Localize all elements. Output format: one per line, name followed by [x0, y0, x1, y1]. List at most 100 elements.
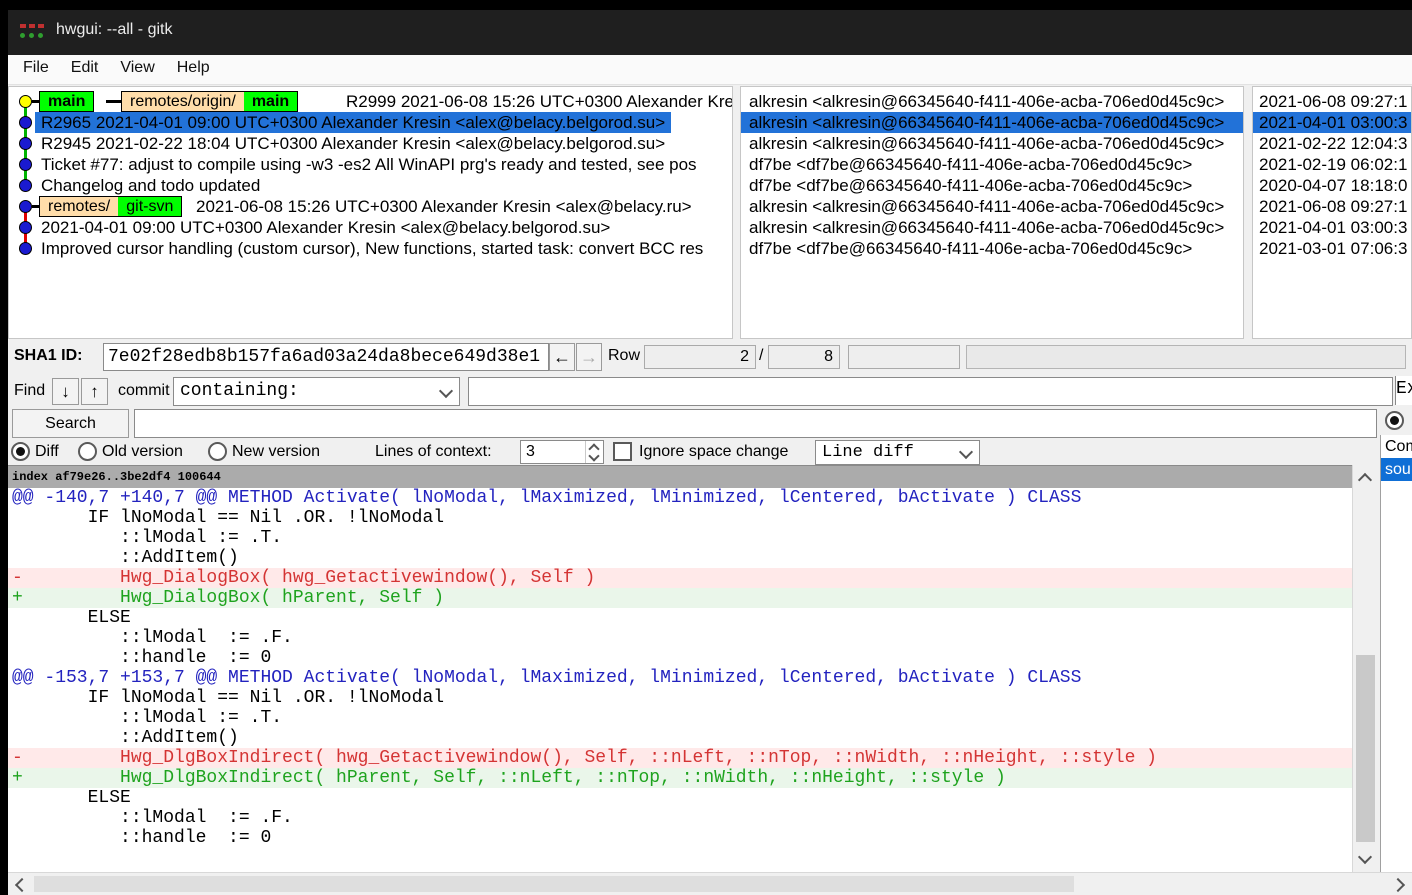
diff-horizontal-scrollbar[interactable] [8, 872, 1412, 895]
new-version-label: New version [232, 443, 320, 461]
date-pane: 2021-06-08 09:27:12021-04-01 03:00:32021… [1252, 86, 1412, 339]
titlebar: hwgui: --all - gitk [8, 10, 1412, 55]
diff-line: ::lModal := .F. [8, 808, 1352, 828]
old-version-label: Old version [102, 443, 183, 461]
spin-down-icon[interactable] [588, 450, 599, 461]
forward-arrow-icon: → [580, 347, 598, 367]
commit-node [19, 116, 32, 129]
sha1-input[interactable] [103, 343, 549, 371]
nav-forward-button[interactable]: → [576, 343, 602, 371]
diff-radio[interactable] [11, 442, 30, 461]
file-list-item[interactable]: Comments [1381, 435, 1412, 458]
commit-row[interactable]: Ticket #77: adjust to compile using -w3 … [9, 154, 732, 175]
commit-row[interactable]: R2965 2021-04-01 09:00 UTC+0300 Alexande… [9, 112, 732, 133]
commit-subject: R2999 2021-06-08 15:26 UTC+0300 Alexande… [340, 91, 733, 112]
diff-line: ::AddItem() [8, 728, 1352, 748]
date-row[interactable]: 2021-03-01 07:06:3 [1253, 238, 1411, 259]
branch-label-main[interactable]: main [39, 91, 94, 112]
date-row[interactable]: 2021-06-08 09:27:1 [1253, 196, 1411, 217]
nav-back-button[interactable]: ← [549, 343, 575, 371]
new-version-radio[interactable] [208, 442, 227, 461]
date-row[interactable]: 2021-02-22 12:04:3 [1253, 133, 1411, 154]
commit-node [19, 200, 32, 213]
patch-radio[interactable] [1385, 411, 1404, 430]
author-row[interactable]: alkresin <alkresin@66345640-f411-406e-ac… [741, 217, 1243, 238]
diff-line: - Hwg_DialogBox( hwg_Getactivewindow(), … [8, 568, 1352, 588]
scroll-right-icon[interactable] [1391, 878, 1405, 892]
commit-subject: Improved cursor handling (custom cursor)… [35, 238, 709, 259]
author-row[interactable]: df7be <df7be@66345640-f411-406e-acba-706… [741, 238, 1243, 259]
find-next-button[interactable]: ↓ [52, 378, 79, 405]
commit-subject: Ticket #77: adjust to compile using -w3 … [35, 154, 703, 175]
ignore-space-label: Ignore space change [639, 443, 788, 461]
commit-row[interactable]: 2021-04-01 09:00 UTC+0300 Alexander Kres… [9, 217, 732, 238]
lines-of-context-label: Lines of context: [375, 443, 492, 461]
diff-line: @@ -153,7 +153,7 @@ METHOD Activate( lNo… [8, 668, 1352, 688]
commit-graph-pane: R2999 2021-06-08 15:26 UTC+0300 Alexande… [8, 86, 733, 339]
horizontal-scroll-thumb[interactable] [34, 876, 1074, 892]
date-row[interactable]: 2020-04-07 18:18:0 [1253, 175, 1411, 196]
find-label: Find [14, 382, 45, 400]
menu-item[interactable]: File [12, 55, 60, 77]
date-row[interactable]: 2021-06-08 09:27:1 [1253, 91, 1411, 112]
graph-connector [106, 100, 121, 103]
author-row[interactable]: alkresin <alkresin@66345640-f411-406e-ac… [741, 112, 1243, 133]
search-bar: Search [8, 408, 1412, 439]
search-input[interactable] [134, 409, 1377, 438]
vertical-scroll-thumb[interactable] [1356, 655, 1375, 842]
find-exact-dropdown[interactable]: Exact [1395, 376, 1412, 405]
commit-row[interactable]: Changelog and todo updated [9, 175, 732, 196]
commit-subject: 2021-06-08 15:26 UTC+0300 Alexander Kres… [190, 196, 698, 217]
scroll-up-icon[interactable] [1358, 473, 1372, 487]
branch-label-origin-main[interactable]: remotes/origin/main [121, 91, 298, 112]
row-label: Row [608, 347, 640, 365]
chevron-down-icon [959, 445, 973, 459]
diff-line: ::lModal := .T. [8, 528, 1352, 548]
commit-subject: 2021-04-01 09:00 UTC+0300 Alexander Kres… [35, 217, 616, 238]
diff-radio-label: Diff [35, 443, 59, 461]
ignore-space-checkbox[interactable] [613, 442, 632, 461]
menu-item[interactable]: View [109, 55, 165, 77]
graph-connector [32, 100, 39, 103]
author-row[interactable]: alkresin <alkresin@66345640-f411-406e-ac… [741, 196, 1243, 217]
author-row[interactable]: alkresin <alkresin@66345640-f411-406e-ac… [741, 133, 1243, 154]
find-prev-button[interactable]: ↑ [81, 378, 108, 405]
sha1-bar: SHA1 ID: ← → Row 2 / 8 [8, 340, 1412, 374]
commit-label: commit [118, 382, 170, 400]
commit-row[interactable]: R2945 2021-02-22 18:04 UTC+0300 Alexande… [9, 133, 732, 154]
commit-node [19, 221, 32, 234]
menubar: FileEditViewHelp [8, 55, 1412, 85]
diff-line: @@ -140,7 +140,7 @@ METHOD Activate( lNo… [8, 488, 1352, 508]
author-row[interactable]: alkresin <alkresin@66345640-f411-406e-ac… [741, 91, 1243, 112]
commit-node [19, 137, 32, 150]
date-row[interactable]: 2021-02-19 06:02:1 [1253, 154, 1411, 175]
spinner-arrows[interactable] [585, 441, 603, 463]
diff-view[interactable]: index af79e26..3be2df4 100644@@ -140,7 +… [8, 465, 1352, 872]
file-list-item[interactable]: sou [1381, 458, 1412, 481]
author-row[interactable]: df7be <df7be@66345640-f411-406e-acba-706… [741, 175, 1243, 196]
commit-row[interactable]: Improved cursor handling (custom cursor)… [9, 238, 732, 259]
find-query-input[interactable] [468, 377, 1393, 406]
find-mode-dropdown[interactable]: containing: [173, 377, 460, 406]
graph-connector [32, 205, 39, 208]
menu-item[interactable]: Help [166, 55, 221, 77]
search-button[interactable]: Search [12, 409, 129, 438]
lines-of-context-spinner[interactable]: 3 [520, 440, 604, 464]
progress-bar [966, 345, 1406, 369]
author-row[interactable]: df7be <df7be@66345640-f411-406e-acba-706… [741, 154, 1243, 175]
sha1-label: SHA1 ID: [14, 347, 82, 365]
date-row[interactable]: 2021-04-01 03:00:3 [1253, 112, 1411, 133]
diff-mode-dropdown[interactable]: Line diff [815, 440, 980, 465]
menu-item[interactable]: Edit [60, 55, 110, 77]
diff-vertical-scrollbar[interactable] [1352, 465, 1378, 872]
diff-line: ::lModal := .T. [8, 708, 1352, 728]
old-version-radio[interactable] [78, 442, 97, 461]
diff-line: IF lNoModal == Nil .OR. !lNoModal [8, 508, 1352, 528]
date-row[interactable]: 2021-04-01 03:00:3 [1253, 217, 1411, 238]
diff-line: - Hwg_DlgBoxIndirect( hwg_Getactivewindo… [8, 748, 1352, 768]
scroll-down-icon[interactable] [1358, 850, 1372, 864]
down-arrow-icon: ↓ [61, 382, 70, 401]
scroll-left-icon[interactable] [15, 878, 29, 892]
branch-label-git-svn[interactable]: remotes/git-svn [39, 196, 182, 217]
diff-line: index af79e26..3be2df4 100644 [8, 466, 1352, 488]
